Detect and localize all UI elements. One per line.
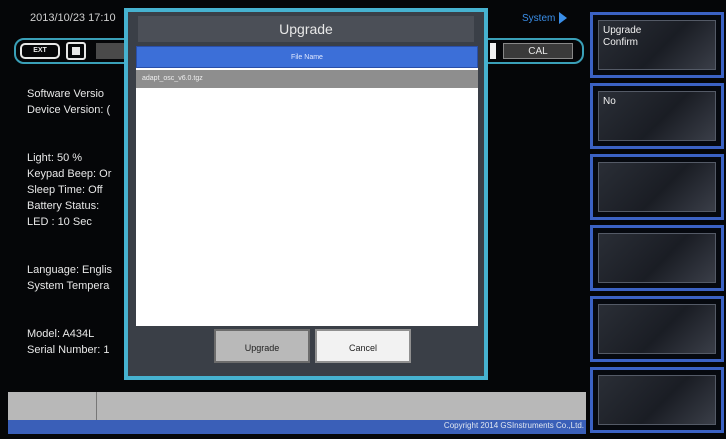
file-list-item[interactable]: adapt_osc_v6.0.tgz: [136, 70, 478, 88]
dialog-title: Upgrade: [138, 16, 474, 42]
ext-mode-button[interactable]: EXT: [20, 43, 60, 59]
softkey-upgrade-confirm[interactable]: Upgrade Confirm: [590, 12, 724, 78]
mode-indicator: [96, 43, 126, 59]
softkey-no[interactable]: No: [590, 83, 724, 149]
mode-indicator-white: [490, 43, 496, 59]
softkey-5[interactable]: [590, 296, 724, 362]
device-version: Device Version: (: [27, 104, 111, 116]
cancel-button[interactable]: Cancel: [315, 329, 411, 363]
play-arrow-icon: [559, 12, 568, 24]
language-setting: Language: Englis: [27, 264, 113, 276]
keypad-beep-setting: Keypad Beep: Or: [27, 168, 112, 180]
system-temperature: System Tempera: [27, 280, 110, 292]
softkey-6[interactable]: [590, 367, 724, 433]
system-label: System: [522, 12, 556, 24]
sleep-time-setting: Sleep Time: Off: [27, 184, 103, 196]
trigger-mode-icon[interactable]: [66, 42, 86, 60]
serial-number: Serial Number: 1: [27, 344, 110, 356]
status-divider: [96, 392, 97, 420]
software-version: Software Versio: [27, 88, 105, 100]
cal-button[interactable]: CAL: [503, 43, 573, 59]
light-setting: Light: 50 %: [27, 152, 83, 164]
model: Model: A434L: [27, 328, 95, 340]
led-setting: LED : 10 Sec: [27, 216, 92, 228]
file-list-header: File Name: [136, 46, 478, 68]
datetime: 2013/10/23 17:10: [30, 12, 116, 24]
softkey-4[interactable]: [590, 225, 724, 291]
softkey-label: Upgrade Confirm: [603, 25, 642, 48]
copyright-text: Copyright 2014 GSInstruments Co.,Ltd.: [443, 421, 584, 430]
upgrade-button[interactable]: Upgrade: [214, 329, 310, 363]
softkey-label: No: [603, 96, 616, 107]
system-menu-link[interactable]: System: [522, 12, 568, 24]
status-bar: [8, 392, 586, 420]
file-list[interactable]: [136, 46, 478, 326]
softkey-3[interactable]: [590, 154, 724, 220]
battery-status: Battery Status:: [27, 200, 100, 212]
